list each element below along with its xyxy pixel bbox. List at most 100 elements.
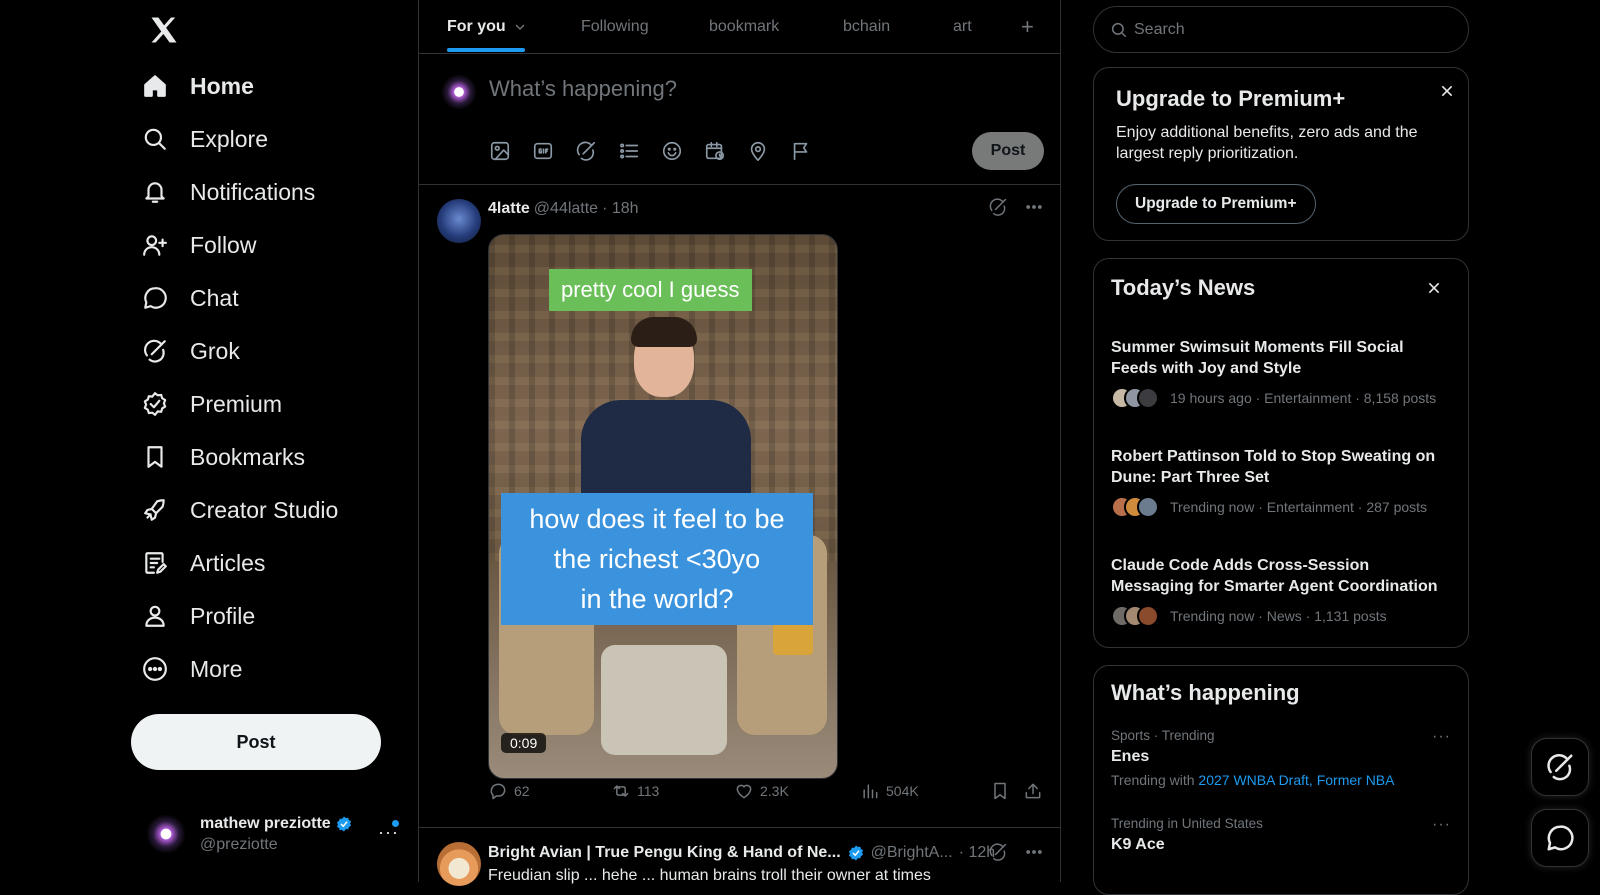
news-item-title: Robert Pattinson Told to Stop Sweating o… bbox=[1111, 448, 1436, 486]
schedule-icon[interactable] bbox=[704, 140, 726, 162]
account-switcher[interactable]: mathew preziotte @preziotte ··· bbox=[146, 806, 406, 862]
nav-premium[interactable]: Premium bbox=[142, 381, 282, 427]
tweet-author-handle[interactable]: @44latte bbox=[534, 200, 598, 218]
tweet-video[interactable]: pretty cool I guess how does it feel to … bbox=[488, 234, 838, 779]
trend-item[interactable]: Sports · Trending Enes Trending with 202… bbox=[1111, 728, 1451, 788]
news-item-meta: Trending now · News · 1,131 posts bbox=[1170, 608, 1387, 624]
happening-title: What’s happening bbox=[1111, 680, 1300, 705]
flag-icon[interactable] bbox=[790, 140, 812, 162]
nav-more[interactable]: More bbox=[142, 646, 242, 692]
more-horizontal-icon[interactable] bbox=[1024, 197, 1044, 217]
chevron-down-icon bbox=[515, 24, 525, 30]
post-button[interactable]: Post bbox=[131, 714, 381, 770]
like-button[interactable]: 2.3K bbox=[734, 781, 789, 801]
x-logo-icon[interactable] bbox=[142, 8, 186, 52]
caption-line: in the world? bbox=[580, 584, 734, 614]
premium-title: Upgrade to Premium+ bbox=[1116, 86, 1346, 111]
bell-icon bbox=[145, 182, 165, 203]
upgrade-premium-button[interactable]: Upgrade to Premium+ bbox=[1116, 184, 1316, 224]
emoji-icon[interactable] bbox=[661, 140, 683, 162]
tweet[interactable]: 4latte @44latte · 18h pretty cool I gues… bbox=[419, 185, 1060, 828]
compose-post-button[interactable]: Post bbox=[972, 132, 1044, 170]
nav-explore[interactable]: Explore bbox=[142, 116, 268, 162]
timeline-tabs: For you Following bookmark bchain art + bbox=[419, 0, 1060, 54]
tab-bchain[interactable]: bchain bbox=[843, 0, 890, 54]
nav-creator-studio-label: Creator Studio bbox=[190, 496, 339, 523]
tweet-author-name[interactable]: Bright Avian | True Pengu King & Hand of… bbox=[488, 844, 841, 862]
avatar[interactable] bbox=[437, 842, 481, 886]
nav-creator-studio[interactable]: Creator Studio bbox=[142, 487, 338, 533]
tab-for-you-label: For you bbox=[447, 18, 506, 35]
tweet-author-name[interactable]: 4latte bbox=[488, 200, 530, 218]
heart-icon bbox=[736, 784, 752, 799]
close-icon[interactable] bbox=[1423, 277, 1445, 299]
news-item[interactable]: Claude Code Adds Cross-Session Messaging… bbox=[1111, 555, 1451, 627]
article-icon bbox=[145, 552, 167, 574]
grok-icon bbox=[1547, 754, 1573, 781]
like-count: 2.3K bbox=[760, 783, 789, 799]
account-name: mathew preziotte bbox=[200, 814, 331, 832]
news-item[interactable]: Summer Swimsuit Moments Fill Social Feed… bbox=[1111, 337, 1451, 409]
repost-button[interactable]: 113 bbox=[611, 781, 659, 801]
trend-title: Enes bbox=[1111, 748, 1150, 765]
whats-happening-card: What’s happening Sports · Trending Enes … bbox=[1093, 665, 1469, 895]
tweet[interactable]: Bright Avian | True Pengu King & Hand of… bbox=[419, 828, 1060, 888]
news-item[interactable]: Robert Pattinson Told to Stop Sweating o… bbox=[1111, 446, 1451, 518]
nav-profile-label: Profile bbox=[190, 602, 256, 629]
avatar[interactable] bbox=[437, 199, 481, 243]
grok-icon[interactable] bbox=[988, 197, 1008, 217]
search-input[interactable] bbox=[1134, 20, 1434, 39]
views-button[interactable]: 504K bbox=[860, 781, 919, 801]
trend-title: K9 Ace bbox=[1111, 836, 1165, 853]
tab-following[interactable]: Following bbox=[581, 0, 649, 54]
chat-bubble-icon bbox=[144, 287, 167, 309]
bar-chart-icon bbox=[863, 784, 878, 799]
tab-bookmark[interactable]: bookmark bbox=[709, 0, 779, 54]
main-timeline: For you Following bookmark bchain art + … bbox=[418, 0, 1061, 886]
trend-item[interactable]: Trending in United States K9 Ace ··· bbox=[1111, 816, 1451, 854]
video-caption-top: pretty cool I guess bbox=[549, 269, 752, 311]
bookmark-button[interactable] bbox=[990, 781, 1010, 801]
tab-for-you[interactable]: For you bbox=[447, 0, 528, 54]
close-icon[interactable] bbox=[1436, 80, 1458, 102]
location-icon[interactable] bbox=[747, 140, 769, 162]
share-button[interactable] bbox=[1023, 781, 1043, 801]
nav-bookmarks[interactable]: Bookmarks bbox=[142, 434, 305, 480]
trend-related-links[interactable]: 2027 WNBA Draft, Former NBA bbox=[1198, 772, 1394, 788]
avatar bbox=[146, 814, 186, 854]
grok-icon bbox=[144, 339, 166, 363]
premium-description: Enjoy additional benefits, zero ads and … bbox=[1116, 124, 1418, 162]
image-icon[interactable] bbox=[489, 140, 511, 162]
nav-premium-label: Premium bbox=[190, 390, 283, 417]
more-horizontal-icon[interactable] bbox=[1024, 842, 1044, 862]
nav-chat[interactable]: Chat bbox=[142, 275, 239, 321]
grok-floating-button[interactable] bbox=[1531, 738, 1589, 796]
more-horizontal-icon[interactable]: ··· bbox=[1432, 816, 1451, 834]
nav-profile[interactable]: Profile bbox=[142, 593, 255, 639]
reply-button[interactable]: 62 bbox=[488, 781, 530, 801]
grok-icon[interactable] bbox=[988, 842, 1008, 862]
nav-home[interactable]: Home bbox=[142, 63, 254, 109]
nav-follow[interactable]: Follow bbox=[142, 222, 256, 268]
poll-icon[interactable] bbox=[618, 140, 640, 162]
nav-chat-label: Chat bbox=[190, 284, 239, 311]
messages-floating-button[interactable] bbox=[1531, 809, 1589, 867]
trend-category: Sports · Trending bbox=[1111, 728, 1215, 743]
tweet-time[interactable]: · 18h bbox=[602, 200, 638, 218]
tweet-author-handle[interactable]: @BrightA... bbox=[871, 844, 953, 862]
person-icon bbox=[145, 605, 165, 627]
avatar bbox=[441, 74, 477, 110]
search-box[interactable] bbox=[1093, 6, 1469, 53]
grok-icon[interactable] bbox=[575, 140, 597, 162]
nav-notifications[interactable]: Notifications bbox=[142, 169, 315, 215]
gif-icon[interactable] bbox=[532, 140, 554, 162]
tab-art[interactable]: art bbox=[953, 0, 972, 54]
add-tab-button[interactable]: + bbox=[1021, 0, 1034, 54]
nav-articles[interactable]: Articles bbox=[142, 540, 265, 586]
more-horizontal-icon[interactable]: ··· bbox=[1432, 728, 1451, 746]
chat-bubble-icon bbox=[1547, 825, 1574, 851]
repost-icon bbox=[613, 785, 629, 797]
compose-input[interactable]: What’s happening? bbox=[489, 76, 677, 102]
nav-grok[interactable]: Grok bbox=[142, 328, 240, 374]
todays-news-card: Today’s News Summer Swimsuit Moments Fil… bbox=[1093, 258, 1469, 648]
